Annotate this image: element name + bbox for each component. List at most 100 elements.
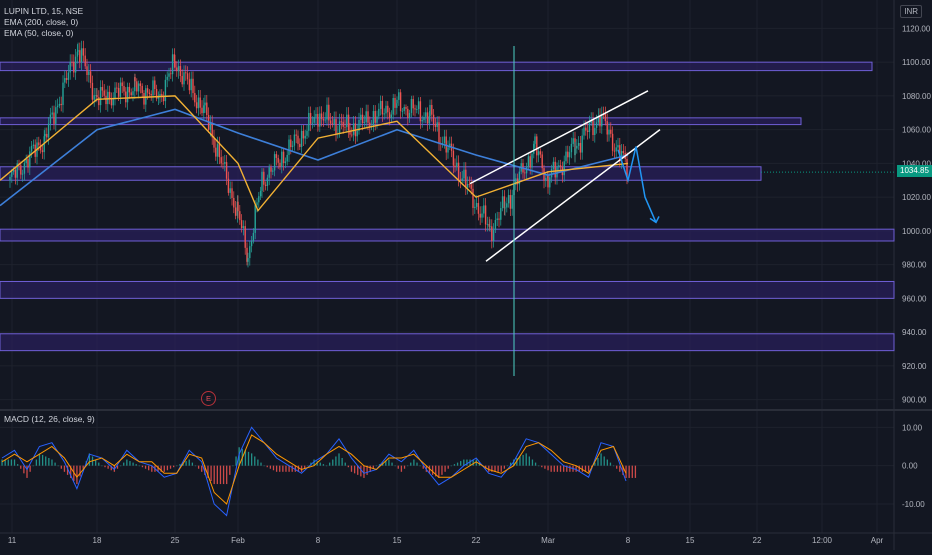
- macd-histogram-bar-71: [222, 465, 225, 485]
- ema200-legend[interactable]: EMA (200, close, 0): [4, 17, 83, 28]
- candle-body-214: [383, 113, 385, 115]
- macd-histogram-bar-42: [132, 462, 134, 466]
- macd-histogram-bar-203: [634, 465, 637, 478]
- candle-body-57: [108, 91, 111, 99]
- candle-body-210: [376, 116, 378, 123]
- candle-body-83: [154, 80, 156, 90]
- macd-histogram-bar-69: [216, 465, 218, 485]
- candle-body-76: [141, 85, 143, 93]
- candle-body-167: [300, 130, 303, 147]
- macd-histogram-bar-132: [413, 459, 415, 466]
- macd-histogram-bar-184: [575, 465, 577, 472]
- candle-body-199: [356, 130, 358, 137]
- macd-histogram-bar-179: [559, 465, 562, 472]
- macd-histogram-bar-44: [138, 465, 140, 467]
- candle-body-276: [491, 226, 493, 241]
- macd-histogram-bar-53: [166, 465, 169, 471]
- trading-chart[interactable]: 1120.00 1100.00 1080.00 1060.00 1040.00 1020.…: [0, 0, 932, 550]
- macd-histogram-bar-41: [129, 461, 131, 466]
- macd-histogram-bar-128: [400, 465, 403, 472]
- candle-body-271: [483, 205, 485, 214]
- candle-body-146: [263, 171, 265, 185]
- candle-body-52: [99, 87, 102, 106]
- candle-body-258: [459, 179, 462, 181]
- candle-body-326: [576, 145, 578, 149]
- candle-body-103: [188, 79, 191, 91]
- candle-body-215: [385, 105, 387, 114]
- candle-body-202: [361, 114, 364, 124]
- macd-histogram-bar-61: [191, 462, 194, 466]
- candle-body-90: [166, 76, 168, 80]
- candle-body-284: [504, 207, 506, 209]
- price-axis-label-10: 920.00: [902, 362, 927, 371]
- macd-histogram-bar-131: [410, 462, 412, 466]
- macd-histogram-bar-167: [522, 454, 524, 466]
- earnings-marker-icon[interactable]: E: [201, 391, 216, 406]
- macd-histogram-bar-104: [325, 465, 328, 467]
- candle-body-242: [431, 104, 433, 115]
- candle-body-327: [577, 142, 580, 146]
- candle-body-149: [268, 167, 270, 178]
- candle-body-81: [150, 93, 152, 96]
- candle-body-27: [56, 105, 59, 108]
- candle-body-227: [405, 107, 407, 109]
- candle-body-192: [344, 126, 346, 128]
- candle-body-29: [60, 103, 62, 106]
- candle-body-135: [244, 226, 246, 248]
- candle-body-157: [282, 151, 285, 163]
- candle-body-173: [311, 122, 314, 124]
- candle-body-110: [201, 107, 203, 114]
- support-resistance-zone-5: [0, 333, 895, 352]
- candle-body-125: [227, 178, 230, 193]
- candle-body-299: [531, 153, 533, 168]
- macd-histogram-bar-169: [528, 456, 530, 466]
- price-chart-svg[interactable]: 1120.001100.001080.001060.001040.001020.…: [0, 0, 932, 550]
- symbol-title[interactable]: LUPIN LTD, 15, NSE: [4, 6, 83, 17]
- candle-body-322: [570, 143, 573, 153]
- candle-body-238: [425, 112, 427, 117]
- candle-body-64: [121, 82, 123, 87]
- candle-body-133: [240, 220, 243, 229]
- candle-body-21: [46, 133, 48, 138]
- candle-body-35: [71, 61, 73, 63]
- candle-body-218: [390, 114, 393, 119]
- candle-body-270: [481, 213, 483, 218]
- candle-body-223: [398, 92, 400, 100]
- candle-body-352: [622, 151, 625, 153]
- currency-badge[interactable]: INR: [900, 5, 922, 18]
- candle-body-158: [284, 161, 287, 163]
- candle-body-107: [195, 102, 198, 109]
- candle-body-43: [84, 55, 86, 67]
- macd-histogram-bar-188: [587, 465, 590, 472]
- ema50-legend[interactable]: EMA (50, close, 0): [4, 28, 83, 39]
- candle-body-143: [258, 196, 260, 203]
- macd-histogram-bar-63: [197, 465, 200, 469]
- candle-body-23: [49, 114, 52, 124]
- candle-body-217: [388, 112, 391, 119]
- macd-histogram-bar-89: [279, 465, 281, 472]
- macd-histogram-bar-202: [631, 465, 633, 478]
- candle-body-141: [254, 204, 256, 233]
- macd-legend[interactable]: MACD (12, 26, close, 9): [4, 414, 95, 424]
- macd-histogram-bar-177: [553, 465, 555, 472]
- candle-body-301: [534, 136, 536, 144]
- candle-body-321: [568, 152, 571, 158]
- candle-body-24: [51, 112, 53, 115]
- candle-body-204: [365, 111, 367, 123]
- candle-body-297: [527, 156, 530, 167]
- candle-body-305: [541, 154, 543, 169]
- candle-body-67: [126, 86, 129, 103]
- candle-body-11: [29, 151, 31, 168]
- candle-body-109: [199, 97, 201, 108]
- candle-body-295: [524, 172, 526, 174]
- macd-histogram-bar-170: [531, 459, 534, 466]
- candle-body-315: [558, 165, 560, 168]
- candle-body-150: [270, 167, 272, 172]
- candle-body-323: [572, 138, 574, 144]
- macd-histogram-bar-31: [98, 462, 100, 466]
- candle-body-108: [197, 97, 200, 109]
- candle-body-346: [611, 133, 614, 151]
- candle-body-47: [91, 82, 94, 100]
- candle-body-162: [291, 145, 294, 148]
- candle-body-275: [489, 226, 491, 228]
